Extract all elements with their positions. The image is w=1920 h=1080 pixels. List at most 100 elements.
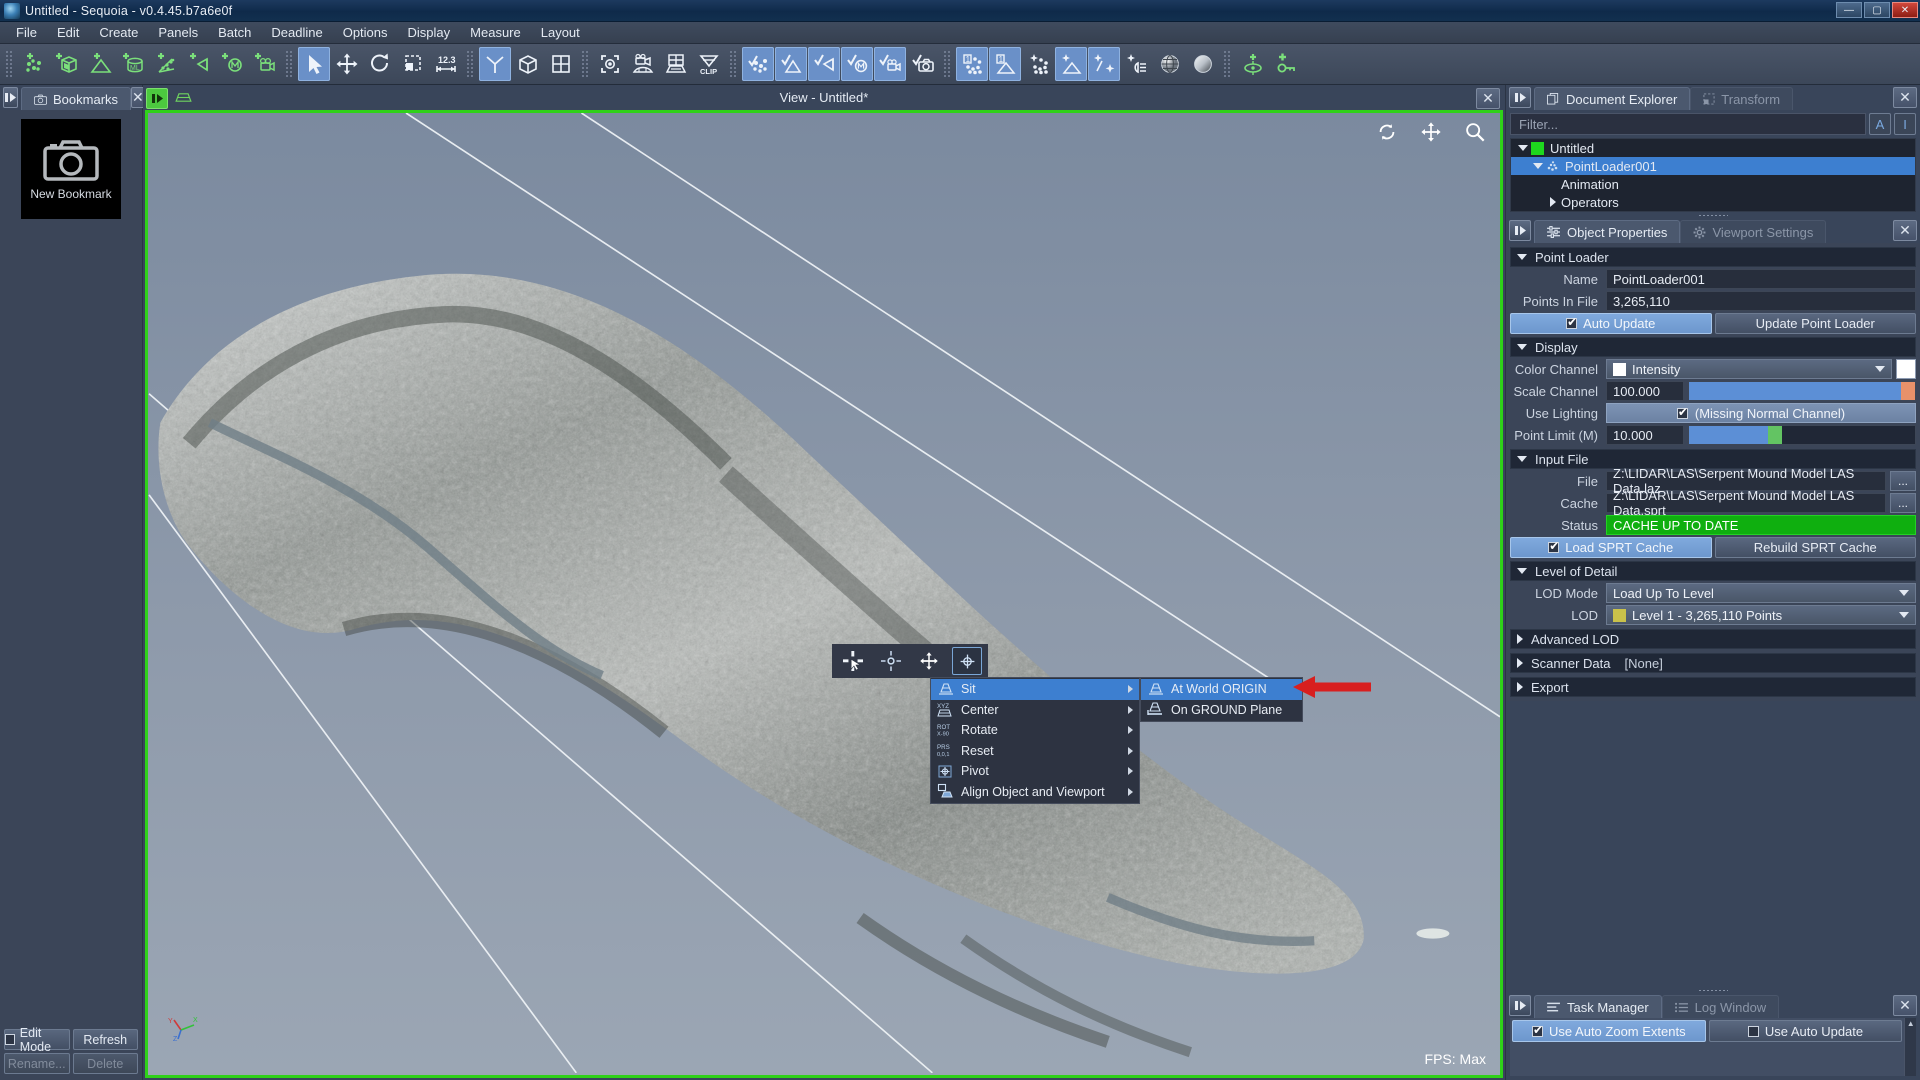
dropdown[interactable]: Load Up To Level bbox=[1606, 583, 1916, 603]
refresh-button[interactable]: Refresh bbox=[73, 1029, 139, 1050]
globe-shading-button[interactable] bbox=[1154, 47, 1186, 81]
toolbar-grip[interactable] bbox=[1223, 50, 1232, 78]
toolbar-grip[interactable] bbox=[943, 50, 952, 78]
show-bookmark-camera-button[interactable] bbox=[907, 47, 939, 81]
label-points-button[interactable]: 1 bbox=[956, 47, 988, 81]
measure-distance-button[interactable]: 12.3 bbox=[430, 47, 462, 81]
add-particles-button[interactable] bbox=[150, 47, 182, 81]
doc-explorer-close-button[interactable]: ✕ bbox=[1893, 87, 1917, 108]
rollout-header[interactable]: Advanced LOD bbox=[1510, 629, 1916, 649]
move-button[interactable] bbox=[331, 47, 363, 81]
rollout-header[interactable]: Scanner Data[None] bbox=[1510, 653, 1916, 673]
context-menu-item-align-object-and-viewport[interactable]: Align Object and Viewport bbox=[931, 782, 1139, 803]
select-arrow-button[interactable] bbox=[298, 47, 330, 81]
scale-button[interactable] bbox=[397, 47, 429, 81]
label-mesh-button[interactable]: 1 bbox=[989, 47, 1021, 81]
checkbox[interactable] bbox=[1548, 542, 1559, 553]
menu-item-batch[interactable]: Batch bbox=[208, 23, 261, 42]
tab-log-window[interactable]: Log Window bbox=[1662, 995, 1780, 1018]
sparkle-points-button[interactable] bbox=[1022, 47, 1054, 81]
menu-item-edit[interactable]: Edit bbox=[47, 23, 89, 42]
sparkle-star-button[interactable] bbox=[1088, 47, 1120, 81]
spinner-field[interactable]: 10.000 bbox=[1606, 425, 1684, 445]
context-menu-item-reset[interactable]: PRS0,0,1Reset bbox=[931, 741, 1139, 762]
color-swatch-button[interactable] bbox=[1896, 359, 1916, 379]
props-close-button[interactable]: ✕ bbox=[1893, 220, 1917, 241]
axis-tripod-button[interactable] bbox=[479, 47, 511, 81]
rollout-header[interactable]: Display bbox=[1510, 337, 1916, 357]
file-path-field[interactable]: Z:\LIDAR\LAS\Serpent Mound Model LAS Dat… bbox=[1606, 493, 1886, 513]
menu-item-options[interactable]: Options bbox=[333, 23, 398, 42]
sparkle-light-button[interactable] bbox=[1121, 47, 1153, 81]
props-expander-icon[interactable] bbox=[1509, 220, 1531, 241]
viewport-3d[interactable]: Y X Z FPS: Max bbox=[145, 110, 1503, 1078]
grid-view-button[interactable] bbox=[545, 47, 577, 81]
scene-tree[interactable]: UntitledPointLoader001AnimationOperators bbox=[1510, 138, 1916, 212]
filter-invert-button[interactable]: I bbox=[1894, 113, 1916, 135]
dropdown[interactable]: Level 1 - 3,265,110 Points bbox=[1606, 605, 1916, 625]
tab-document-explorer[interactable]: Document Explorer bbox=[1534, 87, 1690, 110]
context-menu-item-pivot[interactable]: Pivot bbox=[931, 761, 1139, 782]
filter-input[interactable]: Filter... bbox=[1510, 113, 1866, 135]
menu-item-create[interactable]: Create bbox=[89, 23, 148, 42]
maximize-button[interactable]: ▢ bbox=[1864, 2, 1890, 18]
dropdown[interactable]: Intensity bbox=[1606, 359, 1892, 379]
close-button[interactable]: ✕ bbox=[1892, 2, 1918, 18]
show-camera-button[interactable] bbox=[874, 47, 906, 81]
context-menu-item-rotate[interactable]: ROTX-90Rotate bbox=[931, 720, 1139, 741]
tab-task-manager[interactable]: Task Manager bbox=[1534, 995, 1662, 1018]
add-box-button[interactable] bbox=[51, 47, 83, 81]
delete-button[interactable]: Delete bbox=[73, 1053, 139, 1074]
show-light-button[interactable] bbox=[808, 47, 840, 81]
cube-view-button[interactable] bbox=[512, 47, 544, 81]
tree-node[interactable]: Untitled bbox=[1511, 139, 1915, 157]
checkbox[interactable] bbox=[1566, 318, 1577, 329]
checkbox[interactable] bbox=[1532, 1026, 1543, 1037]
menu-item-file[interactable]: File bbox=[6, 23, 47, 42]
slider-handle[interactable] bbox=[1768, 426, 1782, 444]
task-manager-scrollbar[interactable]: ▲ bbox=[1904, 1018, 1916, 1076]
load-sprt-cache-button[interactable]: Load SPRT Cache bbox=[1510, 537, 1712, 558]
update-point-loader-button[interactable]: Update Point Loader bbox=[1715, 313, 1917, 334]
tab-object-properties[interactable]: Object Properties bbox=[1534, 220, 1680, 243]
add-keyframe-button[interactable] bbox=[1236, 47, 1268, 81]
refresh-icon[interactable] bbox=[1376, 121, 1398, 143]
add-magma-button[interactable] bbox=[216, 47, 248, 81]
minimize-button[interactable]: — bbox=[1836, 2, 1862, 18]
zoom-icon[interactable] bbox=[1464, 121, 1486, 143]
viewport-close-button[interactable]: ✕ bbox=[1476, 88, 1500, 109]
property-value-field[interactable]: PointLoader001 bbox=[1606, 269, 1916, 289]
pivot-point-icon[interactable] bbox=[876, 647, 906, 675]
rollout-header[interactable]: Level of Detail bbox=[1510, 561, 1916, 581]
sparkle-mesh-button[interactable] bbox=[1055, 47, 1087, 81]
toolbar-grip[interactable] bbox=[581, 50, 590, 78]
context-submenu[interactable]: At World ORIGINOn GROUND Plane bbox=[1140, 677, 1303, 722]
slider-handle[interactable] bbox=[1901, 382, 1915, 400]
checkbox[interactable] bbox=[1748, 1026, 1759, 1037]
use-lighting-toggle[interactable]: (Missing Normal Channel) bbox=[1606, 403, 1916, 423]
toolbar-grip[interactable] bbox=[466, 50, 475, 78]
spinner-field[interactable]: 100.000 bbox=[1606, 381, 1684, 401]
pan-icon[interactable] bbox=[1420, 121, 1442, 143]
toolbar-grip[interactable] bbox=[5, 50, 14, 78]
show-points-button[interactable] bbox=[742, 47, 774, 81]
add-light-button[interactable] bbox=[183, 47, 215, 81]
menu-item-display[interactable]: Display bbox=[398, 23, 461, 42]
menu-item-panels[interactable]: Panels bbox=[148, 23, 208, 42]
show-mesh-button[interactable] bbox=[775, 47, 807, 81]
rollout-header[interactable]: Point Loader bbox=[1510, 247, 1916, 267]
use-auto-zoom-extents-button[interactable]: Use Auto Zoom Extents bbox=[1512, 1020, 1706, 1042]
browse-button[interactable]: ... bbox=[1890, 493, 1916, 513]
auto-update-button[interactable]: Auto Update bbox=[1510, 313, 1712, 334]
move-transform-icon[interactable] bbox=[914, 647, 944, 675]
submenu-item-on-ground-plane[interactable]: On GROUND Plane bbox=[1141, 700, 1302, 721]
edit-mode-button[interactable]: Edit Mode bbox=[4, 1029, 70, 1050]
camera-scene-button[interactable] bbox=[627, 47, 659, 81]
tree-node[interactable]: PointLoader001 bbox=[1511, 157, 1915, 175]
task-expander-icon[interactable] bbox=[1509, 995, 1531, 1016]
rotate-button[interactable] bbox=[364, 47, 396, 81]
clip-plane-button[interactable]: CLIP bbox=[693, 47, 725, 81]
edit-mode-checkbox[interactable] bbox=[5, 1034, 15, 1045]
add-key-button[interactable] bbox=[1269, 47, 1301, 81]
slider-track[interactable] bbox=[1688, 425, 1916, 445]
